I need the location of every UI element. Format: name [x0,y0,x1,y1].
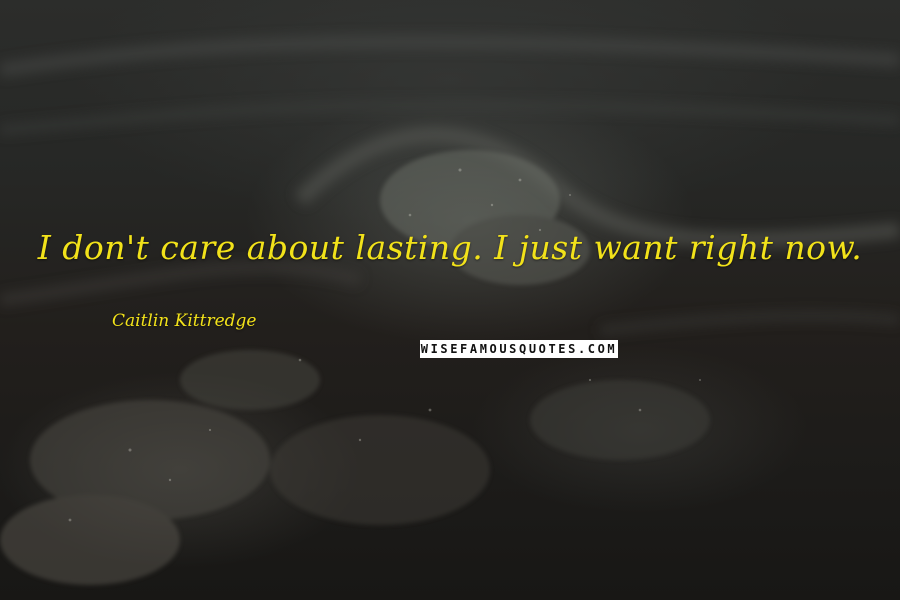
quote-author: Caitlin Kittredge [112,311,257,331]
ocean-wave-background [0,34,900,585]
quote-text: I don't care about lasting. I just want … [37,228,863,267]
watermark-logo: WISEFAMOUSQUOTES.COM [420,340,618,358]
quote-image: I don't care about lasting. I just want … [0,0,900,600]
